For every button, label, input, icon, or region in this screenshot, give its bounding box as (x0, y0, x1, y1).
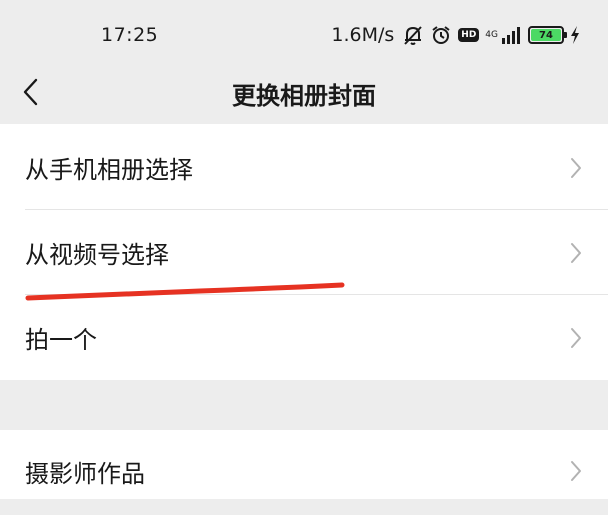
chevron-right-icon (571, 328, 581, 348)
option-photographer-works[interactable]: 摄影师作品 (0, 430, 608, 515)
charging-icon (570, 26, 580, 44)
cover-source-options: 从手机相册选择 从视频号选择 拍一个 (0, 124, 608, 380)
option-label: 从视频号选择 (25, 241, 169, 269)
option-label: 拍一个 (25, 326, 97, 354)
page-title: 更换相册封面 (232, 82, 376, 110)
more-cover-options: 摄影师作品 (0, 430, 608, 499)
battery-level: 74 (531, 29, 561, 41)
navigation-bar: 更换相册封面 (0, 70, 608, 124)
network-type-label: 4G (485, 30, 498, 40)
status-bar: 17:25 1.6M/s HD 4G 74 (0, 0, 608, 70)
network-type: 4G (485, 30, 498, 40)
hd-icon: HD (458, 28, 480, 42)
signal-icon (502, 26, 522, 44)
chevron-right-icon (571, 158, 581, 178)
mute-bell-icon (402, 24, 424, 46)
alarm-icon (430, 24, 452, 46)
chevron-right-icon (571, 243, 581, 263)
option-label: 从手机相册选择 (25, 156, 193, 184)
option-phone-album[interactable]: 从手机相册选择 (0, 124, 608, 209)
option-channels[interactable]: 从视频号选择 (0, 209, 608, 294)
option-take-photo[interactable]: 拍一个 (0, 294, 608, 379)
status-icons: 1.6M/s HD 4G 74 (331, 22, 580, 48)
option-label: 摄影师作品 (25, 460, 145, 488)
status-time: 17:25 (101, 24, 159, 46)
battery-icon: 74 (528, 26, 567, 44)
network-speed: 1.6M/s (331, 24, 395, 46)
chevron-right-icon (571, 461, 581, 481)
